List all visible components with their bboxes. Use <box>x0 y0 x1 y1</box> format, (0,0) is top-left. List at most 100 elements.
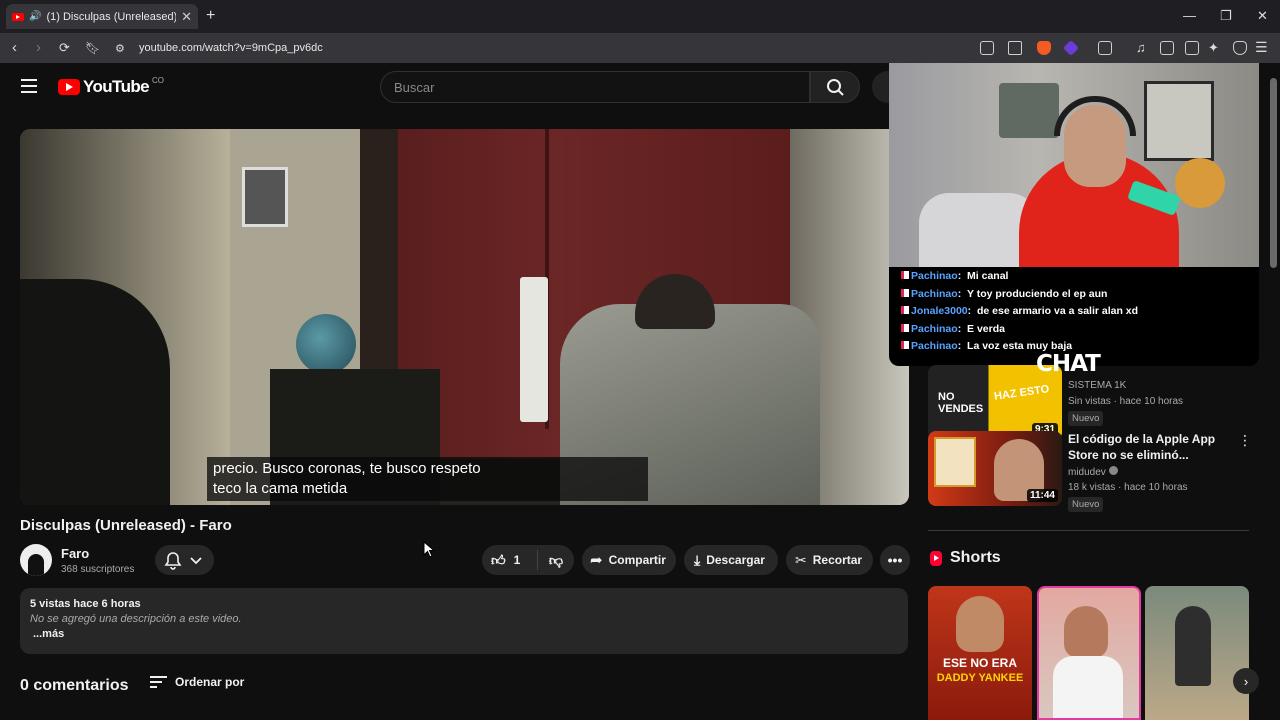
thumbs-down-icon: 👎︎ <box>548 551 564 568</box>
sort-comments-button[interactable]: Ordenar por <box>150 675 244 689</box>
show-more-link[interactable]: ...más <box>33 628 898 640</box>
thumb-portrait <box>934 437 976 487</box>
like-button[interactable]: 👍︎ 1 <box>482 550 538 570</box>
pencil-badge-icon <box>901 271 909 279</box>
pencil-badge-icon <box>901 306 909 315</box>
sidebar-icon[interactable] <box>1160 41 1174 55</box>
more-horizontal-icon: ••• <box>887 552 903 568</box>
new-badge: Nuevo <box>1068 411 1104 426</box>
bookmark-icon[interactable]: 🔖︎ <box>85 41 100 55</box>
video-duration: 11:44 <box>1026 489 1058 502</box>
chat-user: Pachinao <box>911 322 958 335</box>
rec-meta: Sin vistas · hace 10 horas <box>1068 396 1184 407</box>
reload-icon[interactable]: ⟳ <box>59 40 70 56</box>
no-description-text: No se agregó una descripción a este vide… <box>30 613 242 625</box>
short-thumbnail[interactable]: ESE NO ERA DADDY YANKEE <box>928 586 1032 720</box>
address-bar-row: ‹ › ⟳ 🔖︎ ⚙ youtube.com/watch?v=9mCpa_pv6… <box>0 33 1280 77</box>
chat-message: Pachinao: Y toy produciendo el ep aun <box>901 286 1138 304</box>
like-count: 1 <box>513 553 521 567</box>
chat-text: E verda <box>967 322 1005 335</box>
download-icon: ⤓ <box>694 551 701 568</box>
video-title: Disculpas (Unreleased) - Faro <box>20 517 232 534</box>
share-icon: ➦ <box>590 552 603 569</box>
url-field[interactable]: youtube.com/watch?v=9mCpa_pv6dc <box>139 42 323 54</box>
chat-text: Mi canal <box>967 270 1009 282</box>
hamburger-menu-icon[interactable] <box>21 79 37 93</box>
extensions-icon[interactable] <box>1098 41 1112 55</box>
rec-channel[interactable]: midudev <box>1068 466 1118 478</box>
more-actions-button[interactable]: ••• <box>880 545 910 575</box>
short-face <box>1064 606 1108 658</box>
caption-line: precio. Busco coronas, te busco respeto <box>213 460 481 477</box>
brave-shield-icon[interactable] <box>1037 41 1051 55</box>
chat-label: CHAT <box>1036 351 1101 377</box>
rec-channel-name: midudev <box>1068 467 1106 478</box>
pencil-badge-icon <box>901 323 909 332</box>
share-page-icon[interactable] <box>1008 41 1022 55</box>
browser-menu-icon[interactable]: ☰ <box>1255 39 1268 56</box>
like-dislike-group: 👍︎ 1 👎︎ <box>482 545 574 575</box>
maximize-button[interactable]: ❐ <box>1220 8 1232 24</box>
cam-wall-frame <box>1144 81 1214 161</box>
bell-icon <box>164 552 202 570</box>
notifications-button[interactable] <box>155 545 214 575</box>
site-settings-icon[interactable]: ⚙ <box>115 42 125 55</box>
description-box[interactable]: 5 vistas hace 6 horas No se agregó una d… <box>20 588 908 654</box>
search-button[interactable] <box>810 71 860 103</box>
shorts-next-button[interactable]: › <box>1233 668 1259 694</box>
short-face <box>956 596 1004 652</box>
page-scrollbar[interactable] <box>1270 78 1277 268</box>
live-chat: Pachinao: Mi canal Pachinao: Y toy produ… <box>901 268 1138 356</box>
chat-text: de ese armario va a salir alan xd <box>976 305 1139 318</box>
video-captions: precio. Busco coronas, te busco respeto … <box>207 457 648 501</box>
share-button[interactable]: ➦ Compartir <box>582 545 676 575</box>
leo-ai-icon[interactable]: ✦ <box>1208 40 1219 56</box>
scissors-icon: ✂ <box>795 551 807 568</box>
video-player[interactable] <box>20 129 909 505</box>
share-label: Compartir <box>608 553 666 567</box>
browser-tab[interactable]: 🔊 (1) Disculpas (Unreleased) - F ✕ <box>6 4 198 29</box>
video-foreground-shadow <box>20 279 170 505</box>
dislike-button[interactable]: 👎︎ <box>538 552 574 569</box>
thumb-text: HAZ ESTO <box>993 383 1050 403</box>
chat-text: Y toy produciendo el ep aun <box>967 287 1108 300</box>
rec-title[interactable]: El código de la Apple App Store no se el… <box>1068 431 1233 463</box>
rec-meta: 18 k vistas · hace 10 horas <box>1068 482 1188 493</box>
youtube-logo[interactable]: YouTube CO <box>58 75 164 97</box>
download-button[interactable]: ⤓ Descargar <box>684 545 778 575</box>
close-window-button[interactable]: ✕ <box>1257 8 1268 24</box>
chat-user: Pachinao <box>911 340 958 353</box>
rec-channel[interactable]: SISTEMA 1K <box>1068 380 1126 391</box>
short-shirt <box>1053 656 1123 718</box>
kebab-menu-icon[interactable]: ⋮ <box>1238 432 1252 449</box>
short-thumbnail[interactable] <box>1037 586 1141 720</box>
new-badge: Nuevo <box>1068 497 1104 512</box>
youtube-play-icon <box>58 79 80 95</box>
search-input[interactable]: Buscar <box>380 71 810 103</box>
back-icon[interactable]: ‹ <box>12 39 17 56</box>
close-tab-icon[interactable]: ✕ <box>181 9 192 25</box>
channel-name[interactable]: Faro <box>61 546 89 561</box>
short-skater <box>1175 606 1211 686</box>
minimize-button[interactable]: — <box>1183 8 1196 23</box>
clip-label: Recortar <box>812 553 863 567</box>
country-code: CO <box>152 75 164 85</box>
chat-message: Pachinao: Mi canal <box>901 268 1138 286</box>
views-and-date: 5 vistas hace 6 horas <box>30 598 141 610</box>
cast-icon[interactable] <box>980 41 994 55</box>
chat-message: Pachinao: La voz esta muy baja <box>901 338 1138 356</box>
forward-icon[interactable]: › <box>36 39 41 56</box>
wallet-icon[interactable] <box>1185 41 1199 55</box>
short-thumbnail[interactable] <box>1145 586 1249 720</box>
mouse-cursor-icon <box>423 541 435 558</box>
rec-thumbnail[interactable]: 11:44 <box>928 431 1062 506</box>
clip-button[interactable]: ✂ Recortar <box>786 545 873 575</box>
chat-user: Jonale3000 <box>911 305 968 318</box>
channel-avatar[interactable] <box>20 544 52 576</box>
sort-label: Ordenar por <box>175 675 245 689</box>
vpn-icon[interactable] <box>1233 41 1247 55</box>
music-icon[interactable]: ♫ <box>1136 40 1146 55</box>
short-text: DADDY YANKEE <box>936 672 1024 684</box>
brave-rewards-icon[interactable] <box>1063 40 1079 56</box>
new-tab-button[interactable]: + <box>206 7 215 25</box>
